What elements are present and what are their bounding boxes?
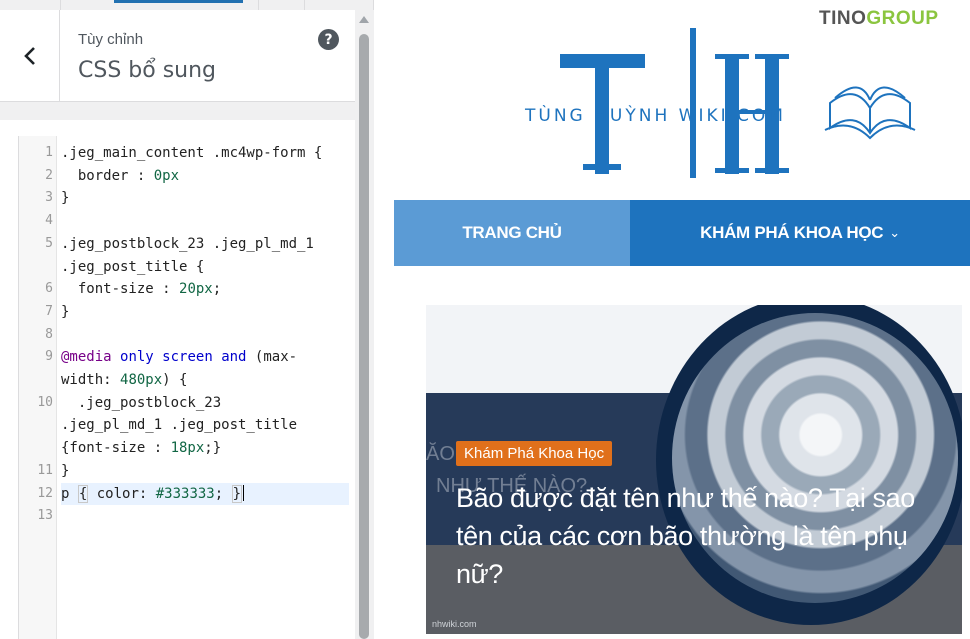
- code-line[interactable]: }: [61, 301, 349, 324]
- line-number: 8: [45, 326, 53, 342]
- image-credit: nhwiki.com: [432, 619, 477, 629]
- logo-monogram-icon: [560, 28, 916, 178]
- customizer-panel: Tùy chỉnh CSS bổ sung ? 1 .jeg_main_conte…: [0, 0, 374, 639]
- panel-top-strip: [0, 0, 355, 10]
- featured-post-card[interactable]: ĂO NHƯ THẾ NÀO? Khám Phá Khoa Học Bão đư…: [426, 305, 962, 634]
- scroll-up-arrow-icon[interactable]: [359, 16, 369, 23]
- code-line[interactable]: @media only screen and (max-: [61, 346, 349, 369]
- css-editor-area: 1 .jeg_main_content .mc4wp-form { 2 border…: [0, 120, 355, 639]
- chevron-down-icon: ⌄: [889, 225, 900, 240]
- code-line[interactable]: [61, 210, 349, 233]
- code-line[interactable]: [61, 324, 349, 347]
- main-nav: TRANG CHỦ KHÁM PHÁ KHOA HỌC ⌄: [394, 200, 970, 266]
- code-line[interactable]: font-size : 20px;: [61, 278, 349, 301]
- active-tab-indicator: [114, 0, 243, 3]
- code-line[interactable]: .jeg_postblock_23: [61, 392, 349, 415]
- line-number: 5: [45, 235, 53, 251]
- code-editor[interactable]: 1 .jeg_main_content .mc4wp-form { 2 border…: [18, 136, 349, 639]
- nav-item-label: KHÁM PHÁ KHOA HỌC: [700, 223, 884, 242]
- breadcrumb: Tùy chỉnh: [78, 31, 144, 48]
- panel-scrollbar[interactable]: [355, 10, 374, 639]
- background-text: ĂO: [426, 443, 455, 465]
- line-number: 7: [45, 303, 53, 319]
- line-number: 13: [37, 508, 53, 524]
- text-cursor: [243, 484, 245, 501]
- code-line[interactable]: }: [61, 460, 349, 483]
- top-divider: [60, 0, 61, 10]
- site-preview: TINOGROUP TÙNG HUỲNH WIKI.COM TRANG CHỦ …: [375, 0, 970, 639]
- top-divider: [304, 0, 305, 10]
- nav-item-home[interactable]: TRANG CHỦ: [394, 200, 630, 266]
- code-line[interactable]: {font-size : 18px;}: [61, 437, 349, 460]
- code-line[interactable]: border : 0px: [61, 165, 349, 188]
- line-number: 1: [45, 145, 53, 160]
- site-logo[interactable]: TÙNG HUỲNH WIKI.COM: [525, 18, 925, 183]
- line-number: 11: [37, 462, 53, 478]
- code-line[interactable]: width: 480px) {: [61, 369, 349, 392]
- code-line[interactable]: [61, 505, 349, 528]
- category-badge[interactable]: Khám Phá Khoa Học: [456, 441, 613, 466]
- code-line[interactable]: .jeg_main_content .mc4wp-form {: [61, 142, 349, 165]
- code-line[interactable]: }: [61, 187, 349, 210]
- top-divider: [258, 0, 259, 10]
- code-line[interactable]: .jeg_pl_md_1 .jeg_post_title: [61, 414, 349, 437]
- code-line[interactable]: p { color: #333333; }: [61, 482, 349, 506]
- scroll-thumb[interactable]: [359, 34, 369, 639]
- help-icon[interactable]: ?: [318, 29, 339, 50]
- back-button[interactable]: [0, 10, 60, 102]
- logo-text: TÙNG HUỲNH WIKI.COM: [525, 106, 786, 126]
- line-number: 10: [37, 394, 53, 410]
- line-number: 2: [45, 167, 53, 183]
- line-number: 12: [37, 485, 53, 501]
- code-line[interactable]: .jeg_postblock_23 .jeg_pl_md_1: [61, 233, 349, 256]
- line-number: 9: [45, 349, 53, 365]
- code-line[interactable]: .jeg_post_title {: [61, 256, 349, 279]
- line-number: 3: [45, 190, 53, 206]
- line-number: 4: [45, 213, 53, 229]
- nav-item-label: TRANG CHỦ: [462, 223, 562, 242]
- post-title[interactable]: Bão được đặt tên như thế nào? Tại sao tê…: [456, 479, 936, 593]
- line-number: 6: [45, 281, 53, 297]
- chevron-left-icon: [23, 47, 35, 65]
- nav-item-explore-science[interactable]: KHÁM PHÁ KHOA HỌC ⌄: [630, 200, 970, 266]
- section-header: Tùy chỉnh CSS bổ sung ?: [0, 10, 355, 102]
- page-title: CSS bổ sung: [78, 58, 217, 83]
